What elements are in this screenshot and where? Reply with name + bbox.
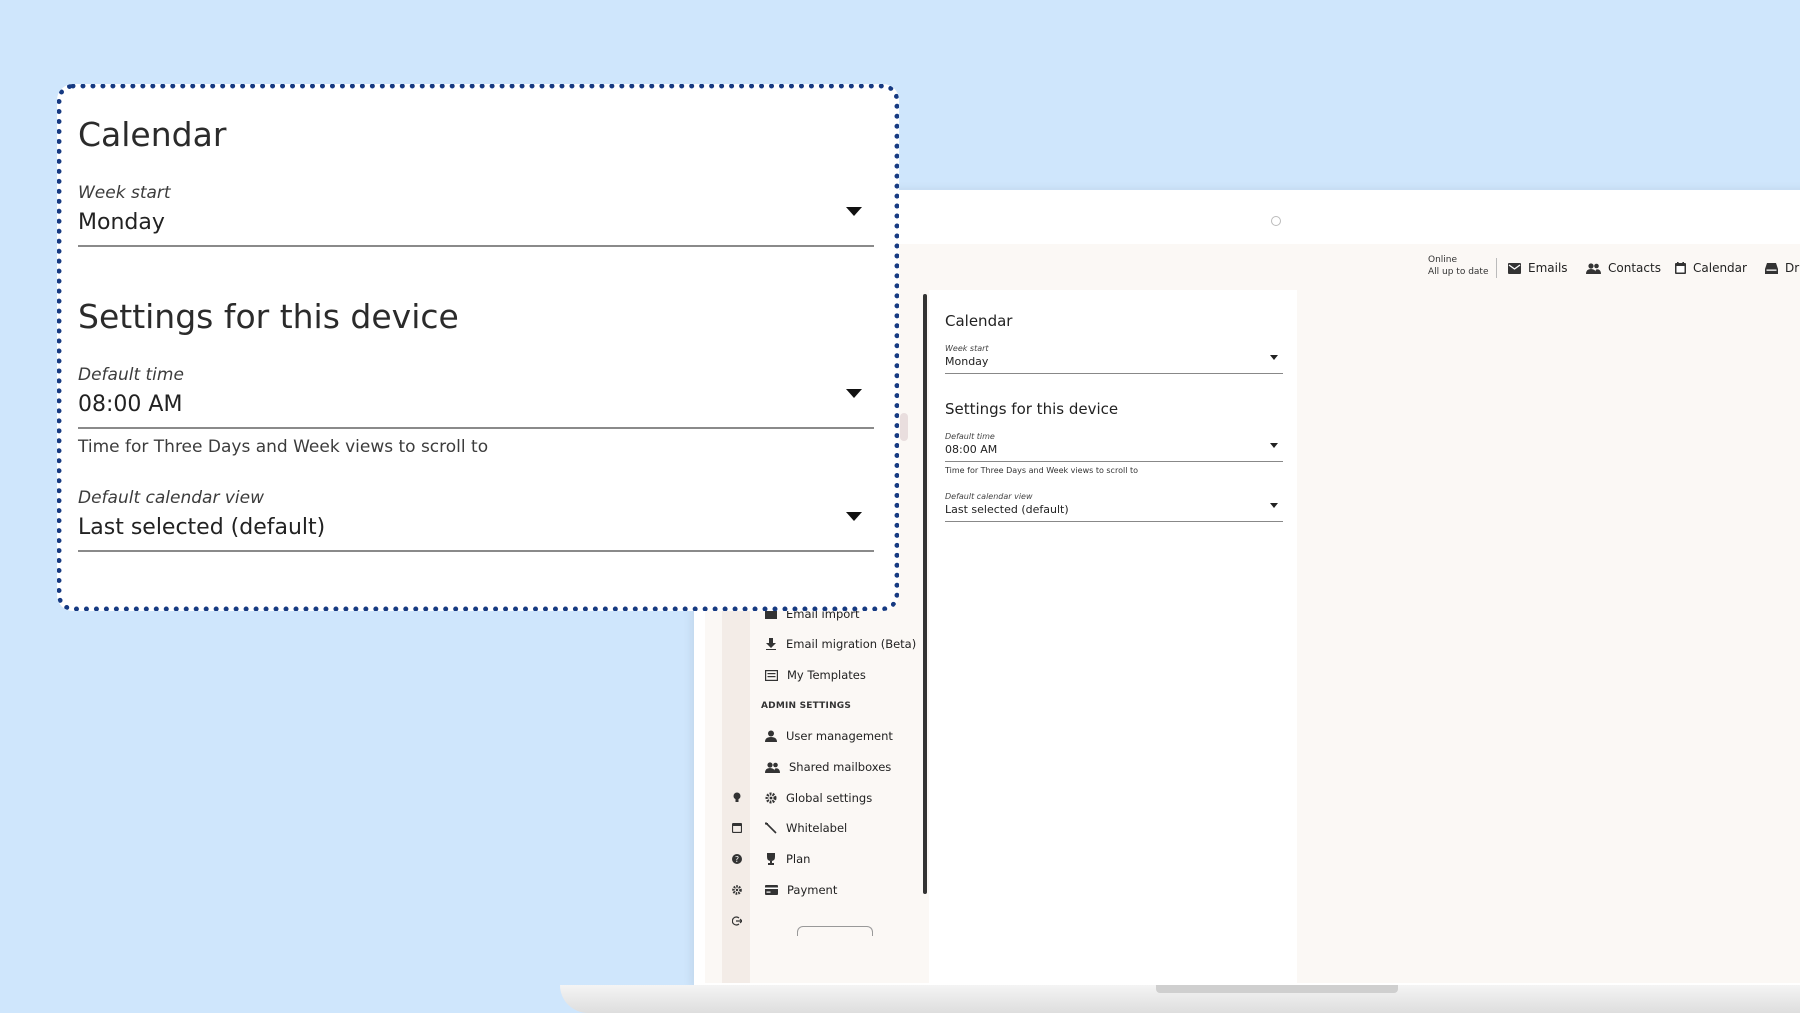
laptop-notch [1156,985,1398,993]
online-status: Online [1428,255,1458,265]
chevron-down-icon[interactable] [1270,355,1278,360]
callout-calendar-heading: Calendar [78,115,227,154]
sidebar-item-label: Shared mailboxes [789,760,892,774]
sidebar-item-payment[interactable]: Payment [765,880,837,900]
sidebar-item-global-settings[interactable]: Global settings [765,788,872,808]
panel-calendar-heading: Calendar [945,312,1013,330]
sidebar-item-label: Email migration (Beta) [786,637,917,651]
gear-icon[interactable] [732,885,742,895]
nav-calendar[interactable]: Calendar [1675,258,1747,278]
credit-card-icon [765,885,778,895]
sidebar-item-user-management[interactable]: User management [765,726,893,746]
sidebar-item-label: Plan [786,852,811,866]
callout-device-heading: Settings for this device [78,297,459,336]
sidebar-item-plan[interactable]: Plan [765,849,810,869]
panel-week-start-select[interactable]: Monday [945,355,988,368]
sync-status-detail: All up to date [1428,267,1489,277]
sidebar-scrollbar[interactable] [923,294,927,894]
sidebar-item-label: Global settings [786,791,873,805]
drive-icon [1765,262,1778,274]
callout-default-time-help: Time for Three Days and Week views to sc… [78,437,489,457]
panel-default-time-label: Default time [945,432,995,441]
calendar-icon [1675,262,1686,274]
panel-default-time-select[interactable]: 08:00 AM [945,443,997,456]
chevron-down-icon[interactable] [1270,443,1278,448]
chevron-down-icon[interactable] [846,512,862,521]
nav-contacts[interactable]: Contacts [1586,258,1661,278]
sidebar-item-label: User management [786,729,893,743]
nav-contacts-label: Contacts [1608,261,1661,275]
chevron-down-icon[interactable] [846,389,862,398]
nav-separator [1496,258,1497,278]
chevron-down-icon[interactable] [846,207,862,216]
nav-calendar-label: Calendar [1693,261,1747,275]
panel-default-view-select[interactable]: Last selected (default) [945,503,1069,516]
logout-icon[interactable] [732,916,742,926]
nav-emails-label: Emails [1528,261,1568,275]
panel-week-start-label: Week start [945,344,989,353]
sidebar-item-email-migration[interactable]: Email migration (Beta) [765,634,916,654]
nav-emails[interactable]: Emails [1508,258,1568,278]
sidebar-item-whitelabel[interactable]: Whitelabel [765,818,847,838]
lightbulb-icon[interactable] [732,792,742,802]
window-icon[interactable] [732,823,742,833]
callout-default-time-underline [78,427,874,429]
sidebar-item-label: Payment [787,883,838,897]
user-icon [765,730,777,742]
sidebar-item-label: My Templates [787,668,866,682]
users-icon [765,761,780,773]
scroll-thumb[interactable] [900,413,908,441]
laptop-base [560,985,1800,1013]
gear-icon [765,792,777,804]
download-icon [766,638,776,650]
callout-default-time-label: Default time [78,365,184,385]
panel-default-time-underline [945,461,1283,462]
sync-status: Online All up to date [1428,254,1489,278]
svg-text:?: ? [735,855,739,864]
calendar-settings-panel: Calendar Week start Monday Settings for … [929,290,1297,983]
zoomed-callout: Calendar Week start Monday Settings for … [57,84,899,611]
admin-settings-heading: ADMIN SETTINGS [761,701,852,711]
callout-default-view-label: Default calendar view [78,488,264,508]
sidebar-item-my-templates[interactable]: My Templates [765,665,866,685]
callout-default-view-select[interactable]: Last selected (default) [78,515,325,540]
contacts-icon [1586,262,1601,274]
chevron-down-icon[interactable] [1270,503,1278,508]
callout-week-start-select[interactable]: Monday [78,210,165,235]
callout-week-start-label: Week start [78,183,171,203]
trophy-icon [767,853,775,865]
panel-device-heading: Settings for this device [945,400,1119,418]
nav-drive[interactable]: Dr [1765,258,1799,278]
callout-default-time-select[interactable]: 08:00 AM [78,392,182,417]
mail-icon [1508,262,1521,274]
help-icon[interactable]: ? [732,854,742,864]
sidebar-item-label: Whitelabel [786,821,848,835]
loading-icon [1271,216,1281,226]
wand-icon [765,822,777,834]
callout-default-view-underline [78,550,874,552]
template-icon [765,669,778,681]
nav-drive-label: Dr [1785,261,1800,275]
sidebar-bottom-button[interactable] [797,926,873,936]
panel-default-view-label: Default calendar view [945,492,1033,501]
panel-default-view-underline [945,521,1283,522]
panel-default-time-help: Time for Three Days and Week views to sc… [945,466,1138,475]
callout-week-start-underline [78,245,874,247]
panel-week-start-underline [945,373,1283,374]
sidebar-item-shared-mailboxes[interactable]: Shared mailboxes [765,757,891,777]
